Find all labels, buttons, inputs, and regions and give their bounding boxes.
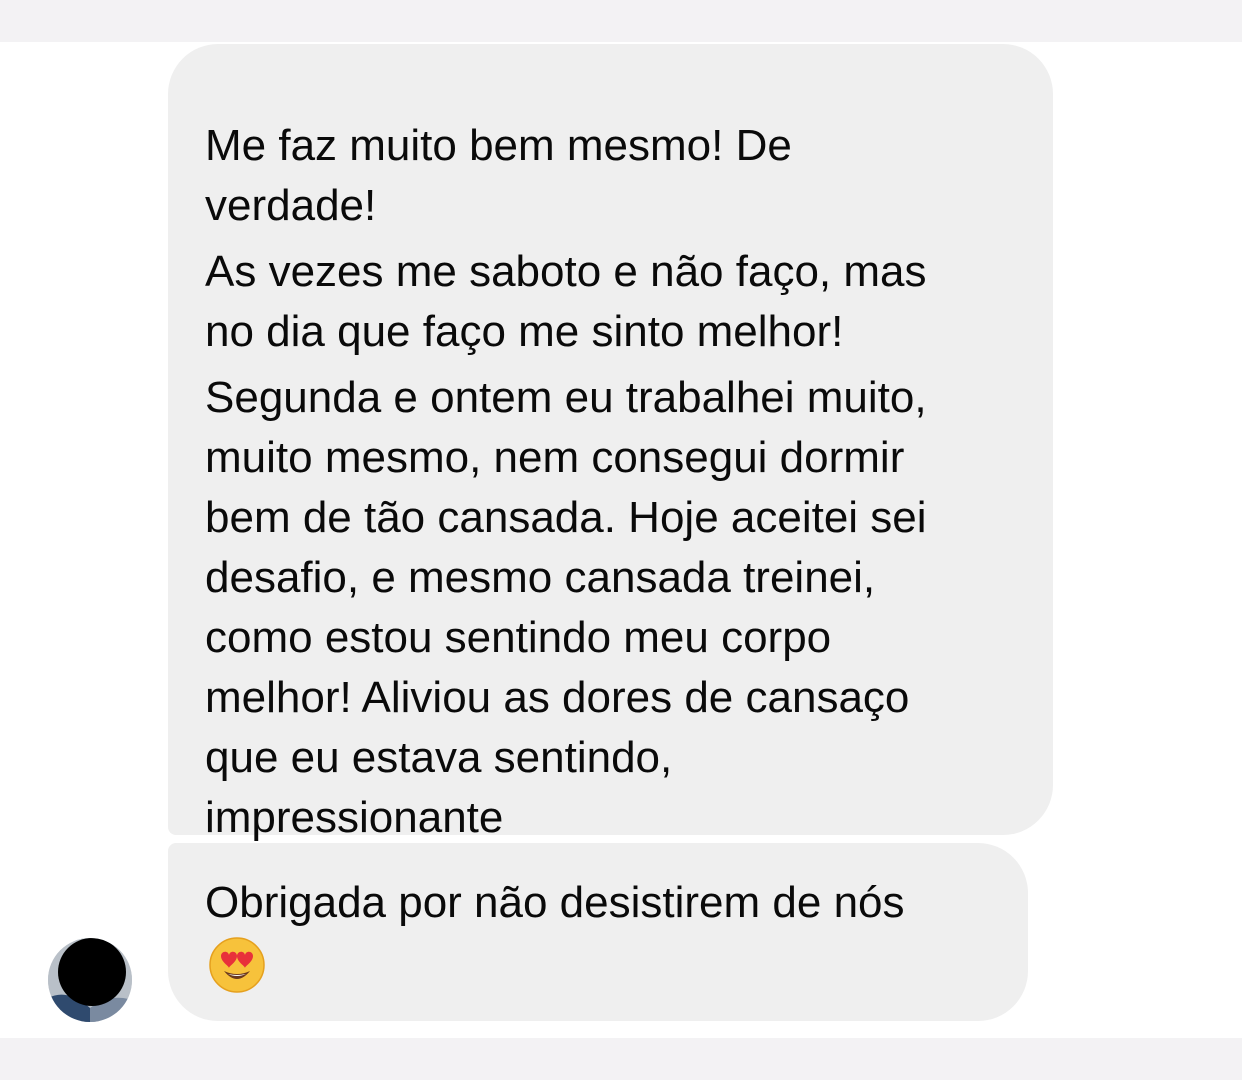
heart-eyes-emoji-icon xyxy=(209,937,265,993)
message-paragraph: As vezes me saboto e não faço, mas no di… xyxy=(205,247,927,356)
message-paragraph: Segunda e ontem eu trabalhei muito, muit… xyxy=(205,373,927,842)
bottom-strip xyxy=(0,1038,1242,1080)
message-bubble[interactable]: Obrigada por não desistirem de nós xyxy=(168,843,1028,1021)
avatar-image xyxy=(48,938,132,1022)
contact-avatar[interactable] xyxy=(48,938,132,1022)
message-text: Obrigada por não desistirem de nós xyxy=(205,878,905,927)
top-strip xyxy=(0,0,1242,42)
message-bubble[interactable]: Me faz muito bem mesmo! De verdade! As v… xyxy=(168,44,1053,842)
message-paragraph: Me faz muito bem mesmo! De verdade! xyxy=(205,121,792,230)
